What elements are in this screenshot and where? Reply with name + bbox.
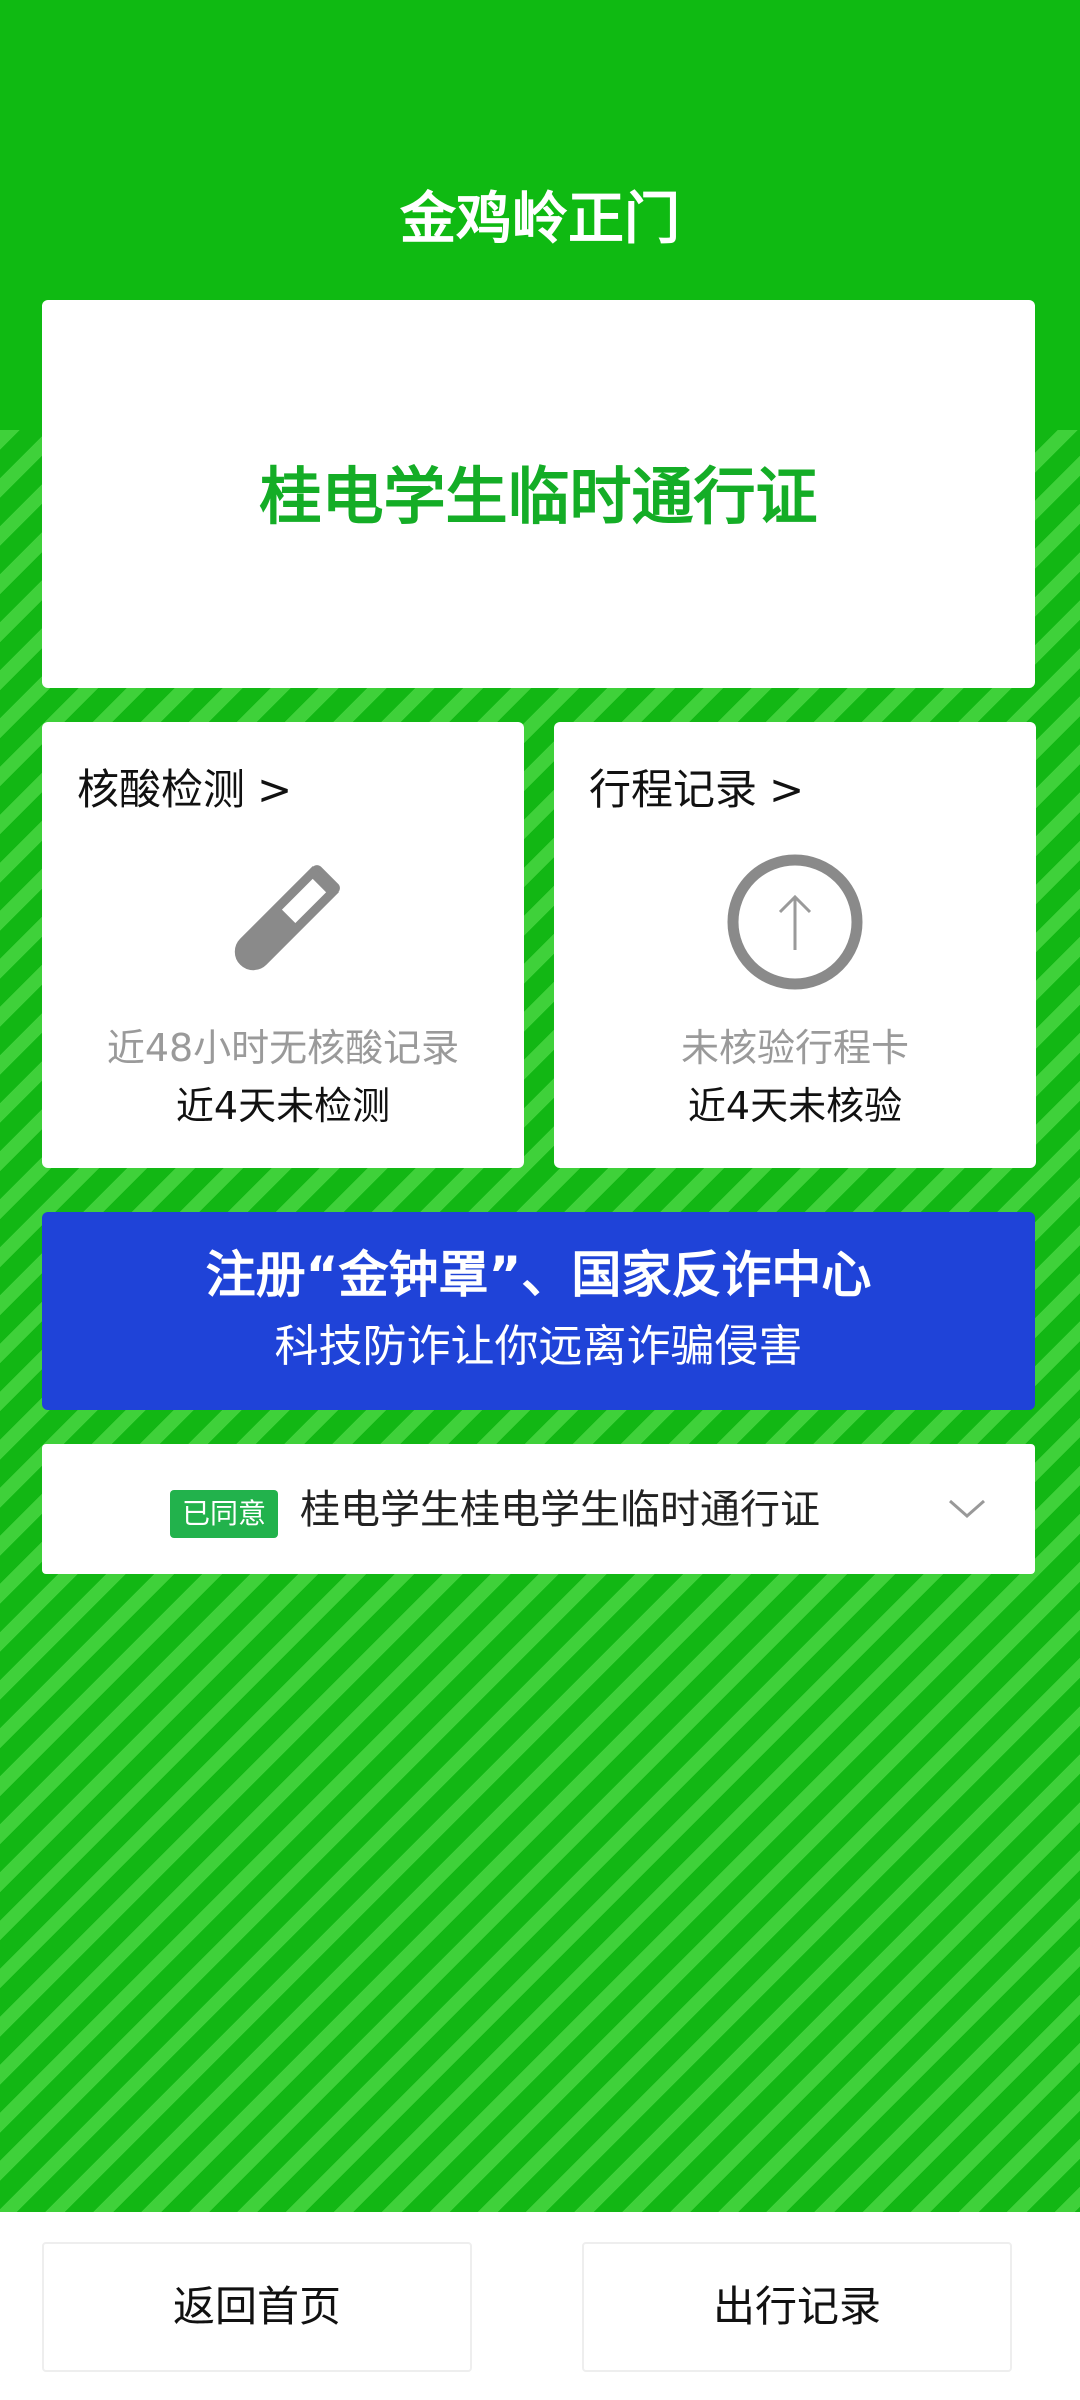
nucleic-test-subtitle: 近48小时无核酸记录 <box>106 1026 460 1070</box>
anti-fraud-banner[interactable]: 注册“金钟罩”、国家反诈中心 科技防诈让你远离诈骗侵害 <box>42 1212 1035 1410</box>
page-title: 金鸡岭正门 <box>400 187 680 252</box>
nucleic-test-card[interactable]: 核酸检测 > 近48小时无核酸记录 近4天未检测 <box>42 722 524 1168</box>
nucleic-test-heading[interactable]: 核酸检测 > <box>77 760 292 820</box>
banner-subline: 科技防诈让你远离诈骗侵害 <box>274 1321 803 1372</box>
trip-record-subtitle: 未核验行程卡 <box>680 1026 909 1070</box>
trip-record-card[interactable]: 行程记录 > 未核验行程卡 近4天未核验 <box>554 722 1036 1168</box>
bottom-bar: 返回首页 出行记录 <box>0 2212 1080 2400</box>
agreed-badge: 已同意 <box>170 1490 279 1538</box>
trip-record-status: 近4天未核验 <box>687 1084 903 1128</box>
test-tube-icon <box>213 852 353 992</box>
chevron-right-icon: > <box>769 765 805 814</box>
chevron-right-icon: > <box>257 765 293 814</box>
nucleic-test-status: 近4天未检测 <box>175 1084 391 1128</box>
arrow-up-circle-icon <box>725 852 865 992</box>
back-home-button[interactable]: 返回首页 <box>42 2242 472 2372</box>
pass-title: 桂电学生临时通行证 <box>259 460 818 533</box>
trip-record-heading[interactable]: 行程记录 > <box>589 760 804 820</box>
chevron-down-icon[interactable] <box>942 1484 992 1534</box>
travel-record-button[interactable]: 出行记录 <box>582 2242 1012 2372</box>
pass-card: 桂电学生临时通行证 <box>42 300 1035 688</box>
nucleic-test-heading-label: 核酸检测 <box>77 765 246 814</box>
consent-dropdown[interactable]: 已同意 桂电学生桂电学生临时通行证 <box>42 1444 1035 1574</box>
banner-headline: 注册“金钟罩”、国家反诈中心 <box>205 1246 872 1304</box>
trip-record-heading-label: 行程记录 <box>589 765 758 814</box>
consent-text: 桂电学生桂电学生临时通行证 <box>300 1487 820 1533</box>
